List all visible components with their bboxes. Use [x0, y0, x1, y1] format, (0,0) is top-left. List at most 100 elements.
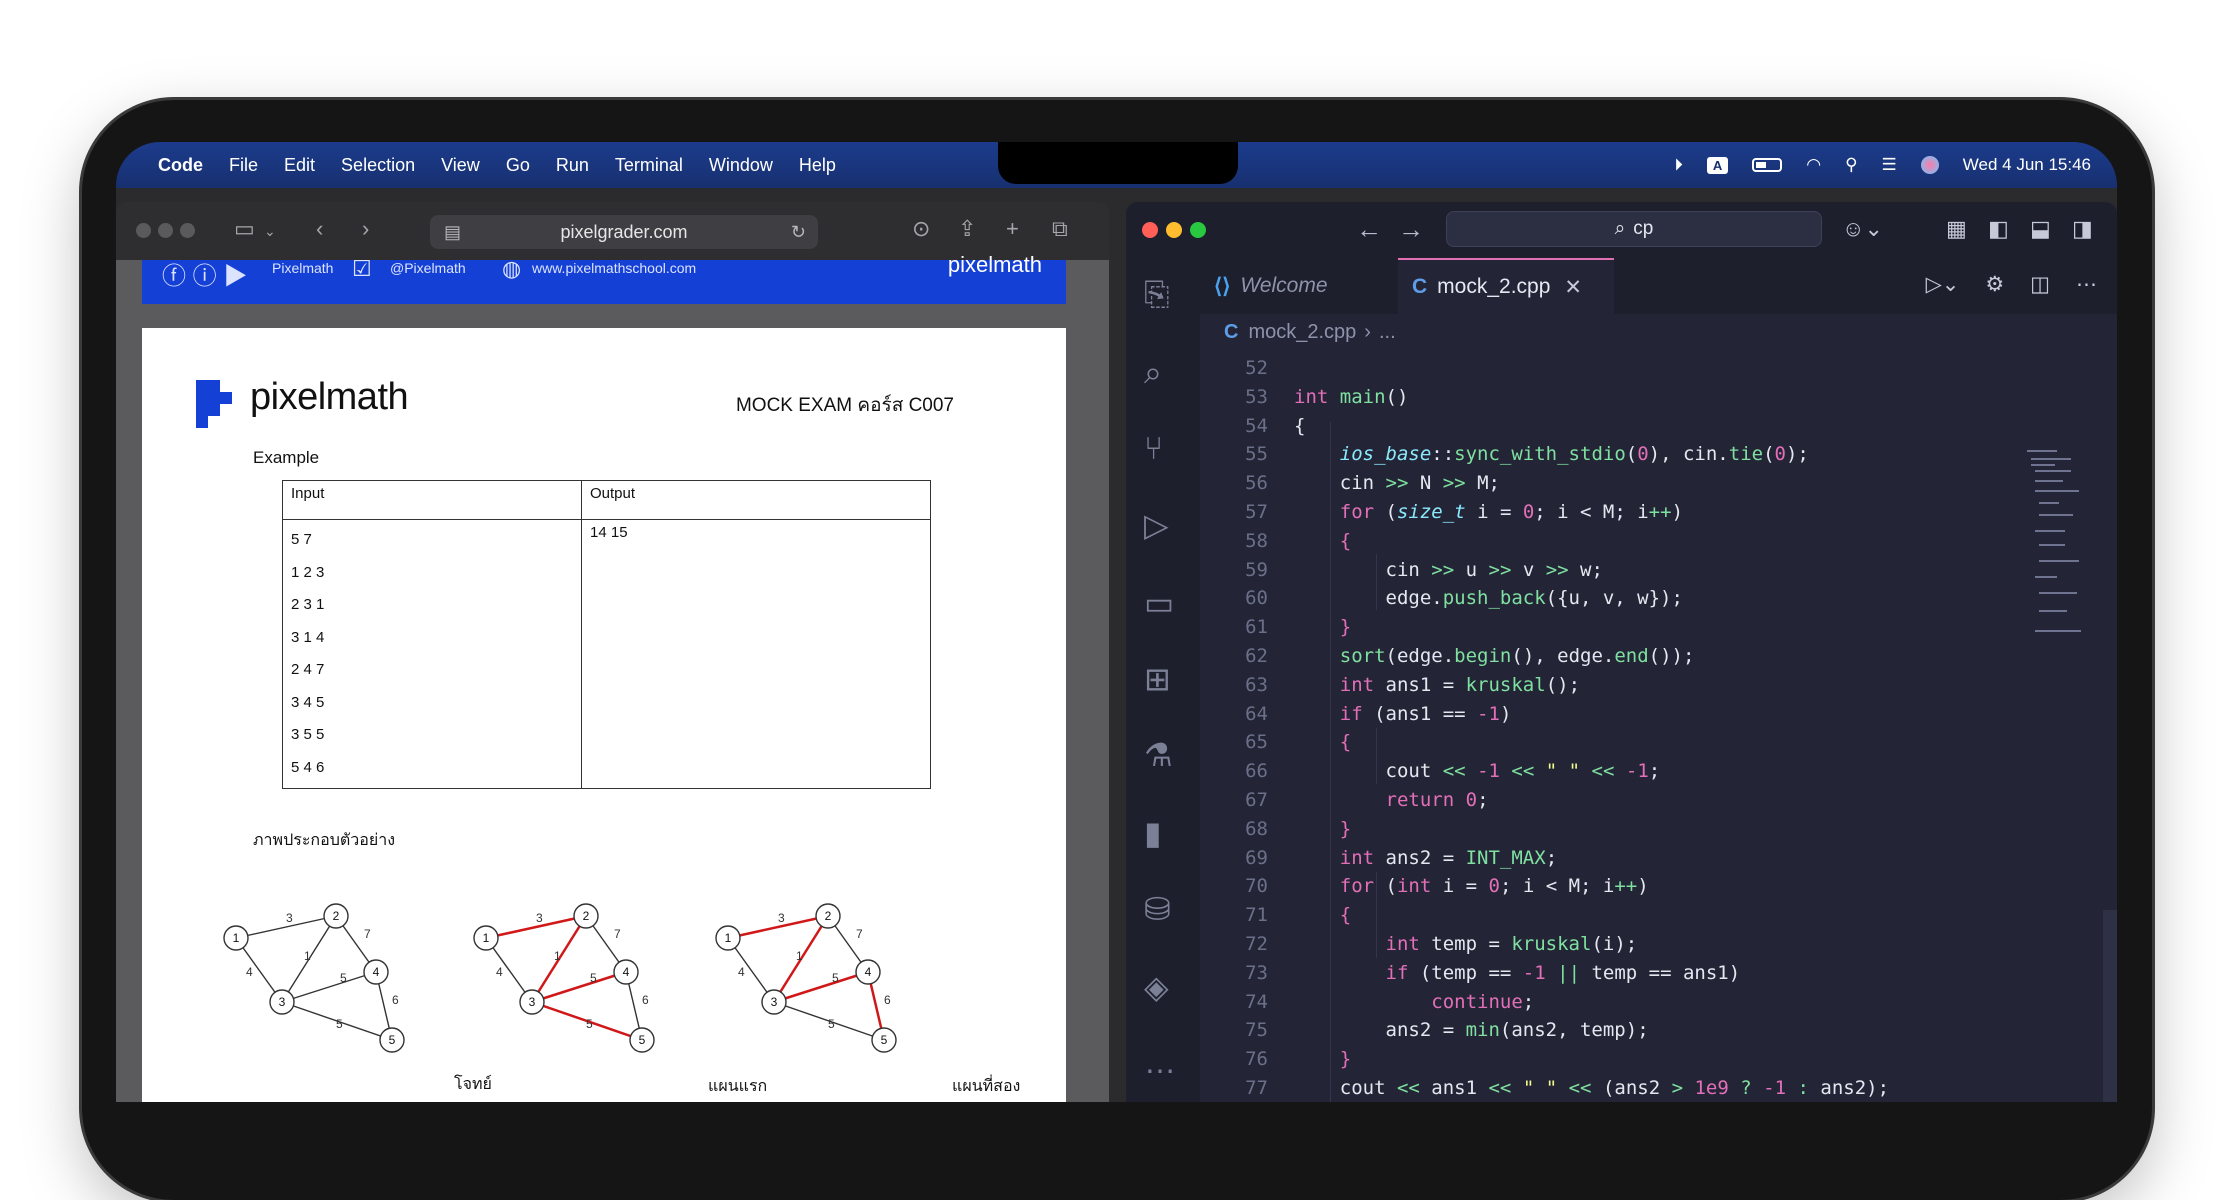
back-arrow-icon[interactable]: ←: [1356, 214, 1382, 245]
share-icon[interactable]: ⇪: [958, 216, 976, 242]
code-line[interactable]: 75 ans2 = min(ans2, temp);: [1200, 1016, 1980, 1045]
play-circle-icon[interactable]: ⏵: [1674, 155, 1683, 175]
more-actions-icon[interactable]: ⋯: [2076, 272, 2097, 297]
menu-edit[interactable]: Edit: [284, 155, 315, 176]
input-source-badge[interactable]: A: [1706, 156, 1729, 174]
edge-weight: 4: [246, 965, 253, 979]
breadcrumb-file[interactable]: mock_2.cpp: [1248, 321, 1356, 344]
toggle-panel-icon[interactable]: ⬓: [2030, 216, 2051, 242]
code-line[interactable]: 59 cin >> u >> v >> w;: [1200, 556, 1980, 585]
tab-overview-icon[interactable]: ⧉: [1052, 216, 1068, 242]
extensions-icon[interactable]: ⊞: [1144, 660, 1171, 698]
code-line[interactable]: 58 {: [1200, 527, 1980, 556]
downloads-icon[interactable]: ⊙: [912, 216, 930, 242]
search-icon[interactable]: ⌕: [1144, 354, 1162, 392]
code-line[interactable]: 67 return 0;: [1200, 786, 1980, 815]
explorer-icon[interactable]: ⎘: [1144, 276, 1170, 314]
minimize-window-button[interactable]: [158, 223, 173, 238]
code-line[interactable]: 63 int ans1 = kruskal();: [1200, 671, 1980, 700]
menu-app-name[interactable]: Code: [158, 155, 203, 176]
menu-view[interactable]: View: [441, 155, 480, 176]
charts-icon[interactable]: ▮: [1144, 814, 1162, 852]
chevron-down-icon[interactable]: ⌄: [264, 223, 276, 240]
sidebar-icon[interactable]: ▭: [234, 216, 255, 242]
layers-icon[interactable]: ◈: [1144, 968, 1169, 1006]
code-line[interactable]: 65 {: [1200, 728, 1980, 757]
code-line[interactable]: 55 ios_base::sync_with_stdio(0), cin.tie…: [1200, 440, 1980, 469]
zoom-window-button[interactable]: [180, 223, 195, 238]
code-line[interactable]: 66 cout << -1 << " " << -1;: [1200, 757, 1980, 786]
siri-icon[interactable]: [1920, 156, 1939, 174]
close-tab-icon[interactable]: ✕: [1564, 275, 1582, 300]
address-bar[interactable]: ▤ pixelgrader.com ↻: [430, 215, 818, 249]
menu-clock[interactable]: Wed 4 Jun 15:46: [1963, 155, 2091, 175]
code-line[interactable]: 74 continue;: [1200, 988, 1980, 1017]
code-line[interactable]: 68 }: [1200, 815, 1980, 844]
run-debug-icon[interactable]: ▷: [1144, 506, 1169, 544]
page-menu-icon[interactable]: ▤: [444, 222, 461, 243]
code-line[interactable]: 57 for (size_t i = 0; i < M; i++): [1200, 498, 1980, 527]
copilot-icon[interactable]: ☺⌄: [1842, 216, 1883, 242]
code-line[interactable]: 77 cout << ans1 << " " << (ans2 > 1e9 ? …: [1200, 1074, 1980, 1102]
line-number: 73: [1245, 961, 1268, 984]
more-icon[interactable]: …: [1144, 1044, 1176, 1081]
close-window-button[interactable]: [136, 223, 151, 238]
code-line[interactable]: 71 {: [1200, 901, 1980, 930]
breadcrumb-more[interactable]: ...: [1379, 321, 1396, 344]
back-arrow-icon[interactable]: ‹: [316, 216, 323, 242]
forward-arrow-icon[interactable]: ›: [362, 216, 369, 242]
database-icon[interactable]: ⛁: [1144, 890, 1171, 928]
testing-icon[interactable]: ⚗: [1144, 736, 1173, 774]
minimize-window-button[interactable]: [1166, 222, 1182, 238]
code-line[interactable]: 70 for (int i = 0; i < M; i++): [1200, 872, 1980, 901]
settings-gear-icon[interactable]: ⚙: [1985, 272, 2004, 297]
menu-selection[interactable]: Selection: [341, 155, 415, 176]
command-center-search[interactable]: ⌕ cp: [1446, 211, 1822, 247]
minimap[interactable]: [2027, 450, 2097, 650]
control-center-icon[interactable]: ☰: [1882, 155, 1897, 175]
code-line[interactable]: 73 if (temp == -1 || temp == ans1): [1200, 959, 1980, 988]
menu-window[interactable]: Window: [709, 155, 773, 176]
code-editor[interactable]: 52 53 int main() 54{55 ios_base::sync_with_…: [1200, 350, 2117, 1102]
node-label: 1: [725, 931, 732, 945]
menu-run[interactable]: Run: [556, 155, 589, 176]
code-line[interactable]: 76 }: [1200, 1045, 1980, 1074]
customize-layout-icon[interactable]: ▦: [1946, 216, 1967, 242]
spotlight-search-icon[interactable]: ⚲: [1845, 155, 1857, 175]
menu-file[interactable]: File: [229, 155, 258, 176]
code-line[interactable]: 72 int temp = kruskal(i);: [1200, 930, 1980, 959]
code-line[interactable]: 56 cin >> N >> M;: [1200, 469, 1980, 498]
reload-icon[interactable]: ↻: [791, 222, 806, 243]
menu-help[interactable]: Help: [799, 155, 836, 176]
code-line[interactable]: 53 int main(): [1200, 383, 1980, 412]
source-control-icon[interactable]: ⑂: [1144, 430, 1163, 467]
vertical-scrollbar[interactable]: [2103, 910, 2117, 1102]
zoom-window-button[interactable]: [1190, 222, 1206, 238]
tab-welcome[interactable]: ⟨⟩ Welcome: [1200, 258, 1398, 314]
code-line[interactable]: 60 edge.push_back({u, v, w});: [1200, 584, 1980, 613]
forward-arrow-icon[interactable]: →: [1398, 214, 1424, 245]
wifi-icon[interactable]: ◠: [1806, 155, 1821, 175]
code-line[interactable]: 54 {: [1200, 412, 1980, 441]
caption-plan-one: แผนแรก: [708, 1078, 768, 1095]
example-table: Input Output 5 7 1 2 3 2 3 1 3 1 4 2 4 7…: [282, 480, 931, 789]
code-line[interactable]: 61 }: [1200, 613, 1980, 642]
menu-go[interactable]: Go: [506, 155, 530, 176]
split-editor-icon[interactable]: ◫: [2030, 272, 2050, 297]
code-line[interactable]: 62 sort(edge.begin(), edge.end());: [1200, 642, 1980, 671]
toggle-sidebar-icon[interactable]: ◧: [1988, 216, 2009, 242]
tab-mock-2-cpp[interactable]: C mock_2.cpp ✕: [1398, 258, 1614, 314]
code-line[interactable]: 69 int ans2 = INT_MAX;: [1200, 844, 1980, 873]
line-number: 70: [1245, 875, 1268, 898]
battery-icon[interactable]: [1752, 158, 1783, 172]
menu-terminal[interactable]: Terminal: [615, 155, 683, 176]
edge-weight: 7: [614, 927, 621, 941]
remote-explorer-icon[interactable]: ▭: [1144, 584, 1174, 622]
new-tab-icon[interactable]: +: [1006, 216, 1019, 242]
close-window-button[interactable]: [1142, 222, 1158, 238]
code-line[interactable]: 52: [1200, 354, 1980, 383]
toggle-secondary-sidebar-icon[interactable]: ◨: [2072, 216, 2093, 242]
pdf-viewer[interactable]: ⓕ ⓘ ▶ Pixelmath ☑ @Pixelmath ◍ www.pixel…: [116, 252, 1109, 1102]
run-code-icon[interactable]: ▷⌄: [1926, 272, 1960, 297]
code-line[interactable]: 64 if (ans1 == -1): [1200, 700, 1980, 729]
